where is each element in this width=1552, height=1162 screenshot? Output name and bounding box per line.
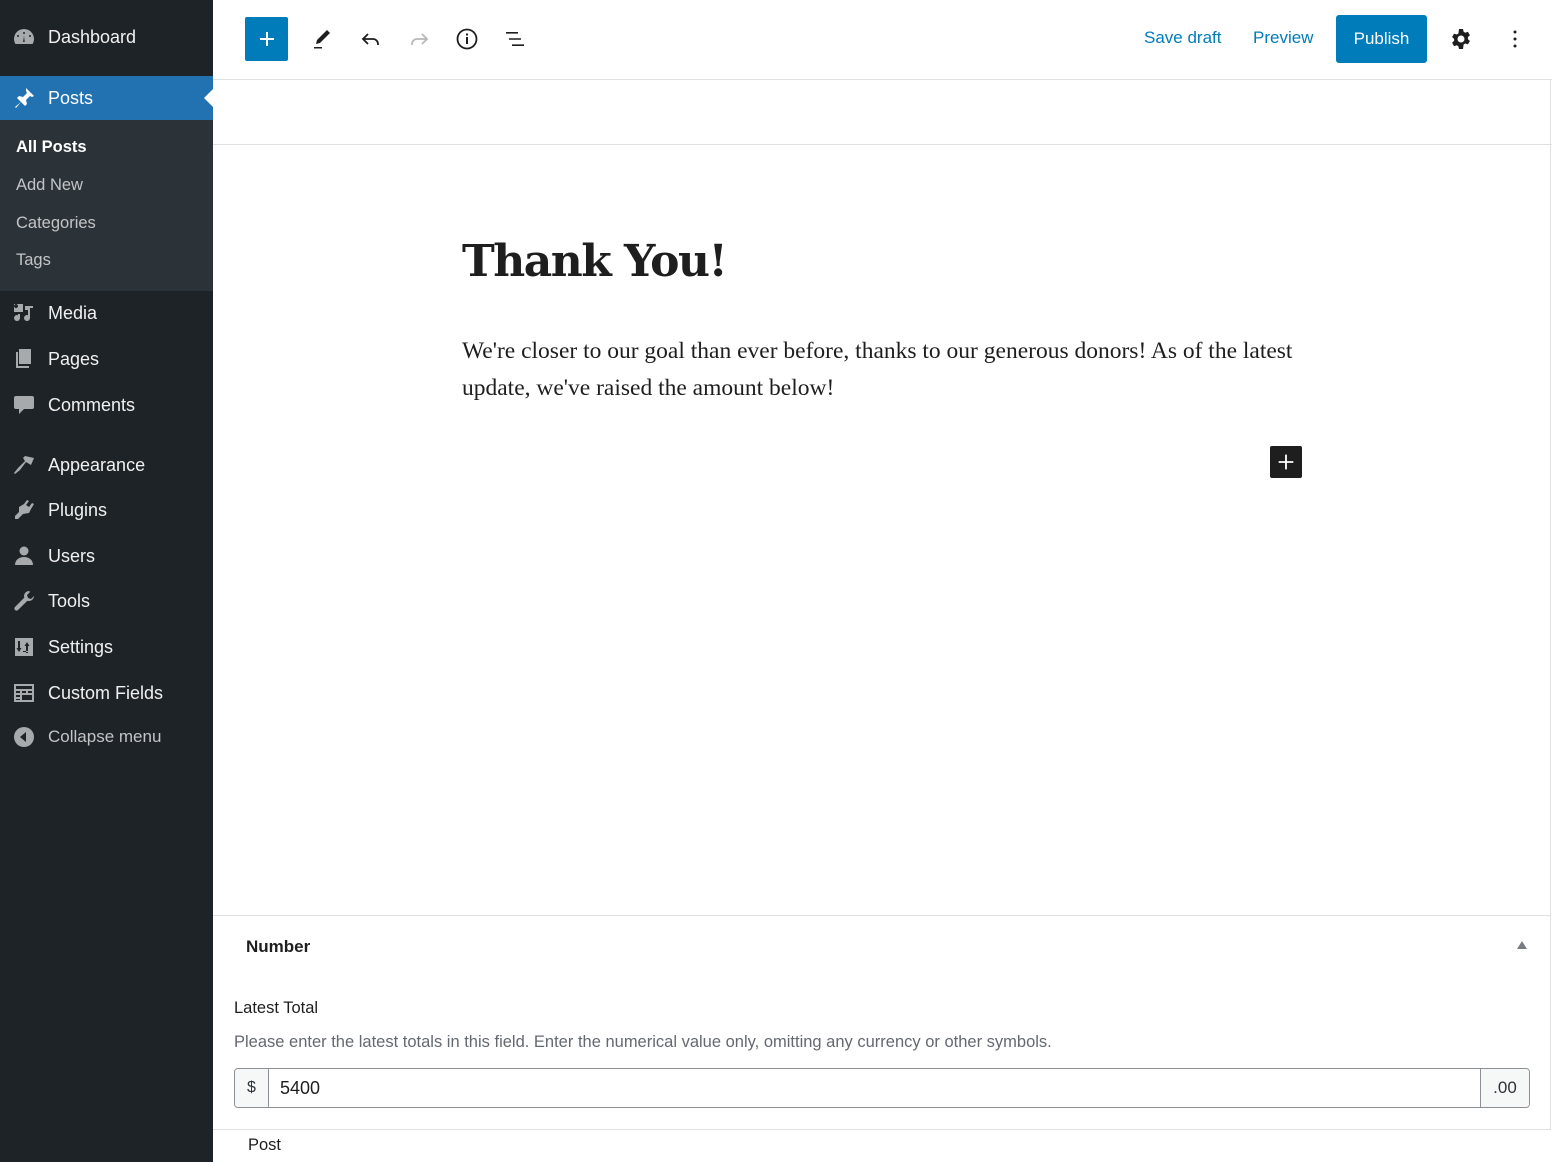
menu-label: Settings: [48, 636, 114, 657]
menu-label: Custom Fields: [48, 682, 164, 703]
post-title[interactable]: Thank You!: [462, 236, 728, 287]
menu-label: Appearance: [48, 454, 146, 475]
tools-icon: [12, 589, 36, 613]
plus-icon: [1278, 454, 1294, 470]
publish-button[interactable]: Publish: [1336, 15, 1427, 63]
menu-item-appearance[interactable]: Appearance: [0, 443, 213, 487]
more-vertical-icon: [1513, 30, 1517, 48]
collapse-toggle-icon[interactable]: [1515, 940, 1529, 952]
menu-item-comments[interactable]: Comments: [0, 383, 213, 427]
number-metabox: Number Latest Total Please enter the lat…: [213, 915, 1551, 1130]
currency-prefix: $: [235, 1069, 269, 1107]
info-icon: [456, 28, 478, 50]
latest-total-label: Latest Total: [234, 999, 319, 1017]
field-description: Please enter the latest totals in this f…: [234, 1033, 1052, 1051]
menu-item-media[interactable]: Media: [0, 291, 213, 335]
add-block-button[interactable]: [1270, 446, 1302, 478]
menu-label: Plugins: [48, 499, 108, 520]
dashboard-icon: [12, 25, 36, 49]
plugins-icon: [12, 498, 36, 522]
menu-label: Tools: [48, 590, 91, 611]
redo-button[interactable]: [397, 17, 441, 61]
menu-item-settings[interactable]: Settings: [0, 625, 213, 669]
menu-item-pages[interactable]: Pages: [0, 337, 213, 381]
settings-icon: [12, 635, 36, 659]
menu-label: Pages: [48, 348, 100, 369]
decimal-suffix: .00: [1480, 1069, 1529, 1107]
menu-item-dashboard[interactable]: Dashboard: [0, 15, 213, 59]
custom-fields-icon: [12, 681, 36, 705]
menu-label: Posts: [48, 87, 94, 108]
posts-submenu: All Posts Add New Categories Tags: [0, 120, 213, 291]
block-inserter-button[interactable]: [245, 17, 288, 61]
submenu-tags[interactable]: Tags: [16, 251, 51, 270]
latest-total-field: $ .00: [234, 1068, 1530, 1108]
menu-item-users[interactable]: Users: [0, 534, 213, 578]
list-view-button[interactable]: [493, 17, 537, 61]
menu-item-posts[interactable]: Posts: [0, 76, 213, 120]
gear-icon: [1452, 29, 1470, 49]
collapse-icon: [12, 725, 36, 749]
preview-button[interactable]: Preview: [1253, 28, 1313, 48]
media-icon: [12, 301, 36, 325]
latest-total-input[interactable]: [269, 1069, 1480, 1107]
save-draft-button[interactable]: Save draft: [1144, 28, 1222, 48]
users-icon: [12, 544, 36, 568]
details-button[interactable]: [445, 17, 489, 61]
metabox-title: Number: [246, 937, 311, 956]
plus-icon: [259, 32, 274, 46]
collapse-menu-button[interactable]: Collapse menu: [0, 715, 213, 759]
submenu-add-new[interactable]: Add New: [16, 176, 83, 195]
edit-mode-button[interactable]: [300, 17, 344, 61]
submenu-categories[interactable]: Categories: [16, 214, 96, 233]
menu-label: Users: [48, 545, 96, 566]
menu-label: Collapse menu: [48, 727, 162, 746]
settings-button[interactable]: [1439, 17, 1483, 61]
menu-item-tools[interactable]: Tools: [0, 579, 213, 623]
pin-icon: [12, 86, 36, 110]
admin-sidebar: Dashboard Posts All Posts Add New Catego…: [0, 0, 213, 1162]
comments-icon: [12, 393, 36, 417]
undo-button[interactable]: [349, 17, 393, 61]
menu-item-custom-fields[interactable]: Custom Fields: [0, 671, 213, 715]
undo-icon: [361, 33, 379, 45]
footer-breadcrumb[interactable]: Post: [248, 1136, 281, 1155]
pencil-icon: [314, 30, 330, 49]
appearance-icon: [12, 453, 36, 477]
editor-divider: [213, 144, 1552, 145]
menu-label: Dashboard: [48, 26, 137, 47]
menu-label: Media: [48, 302, 98, 323]
submenu-all-posts[interactable]: All Posts: [16, 138, 87, 157]
options-menu-button[interactable]: [1493, 17, 1537, 61]
editor-toolbar: Save draft Preview Publish: [213, 0, 1552, 80]
list-view-icon: [506, 32, 524, 46]
paragraph-block[interactable]: We're closer to our goal than ever befor…: [462, 333, 1312, 407]
menu-item-plugins[interactable]: Plugins: [0, 488, 213, 532]
pages-icon: [12, 347, 36, 371]
redo-icon: [411, 33, 429, 45]
menu-label: Comments: [48, 394, 136, 415]
